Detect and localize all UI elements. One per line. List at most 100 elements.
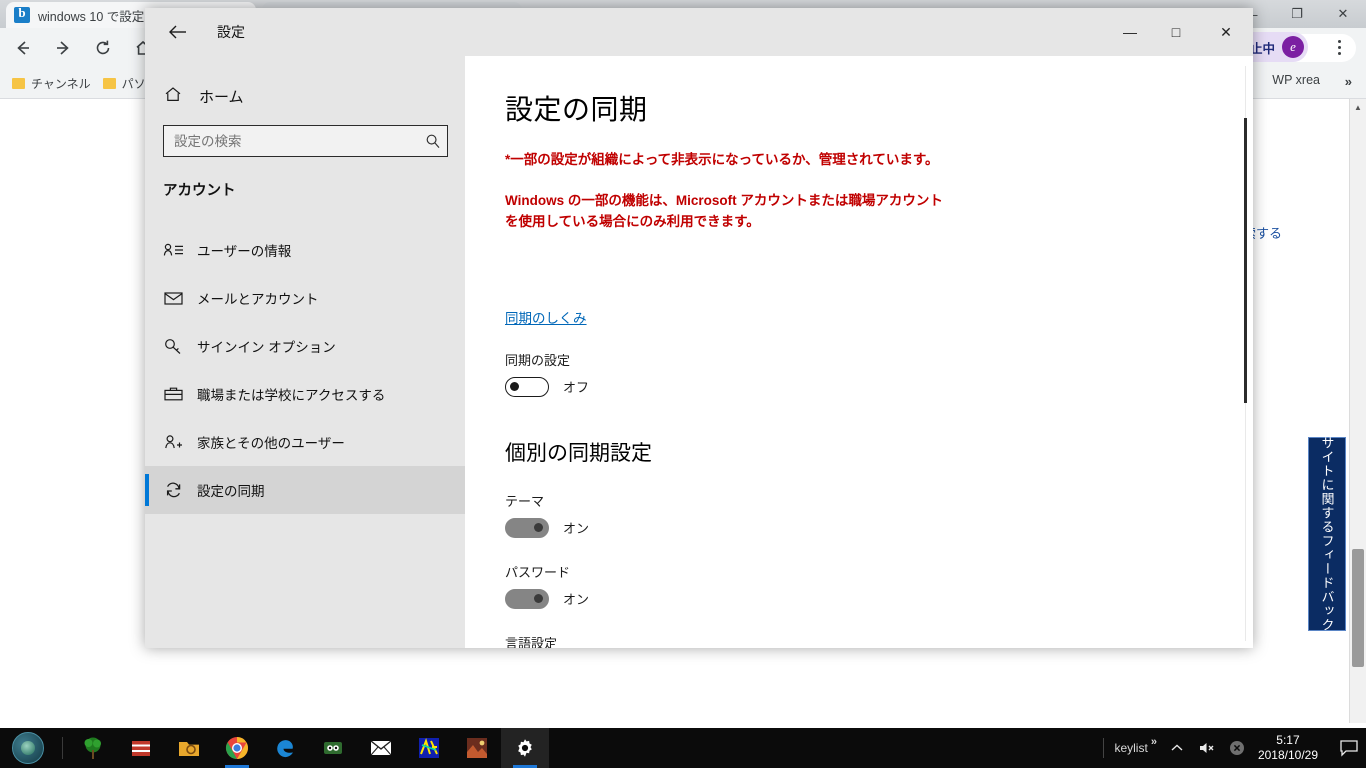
sync-setting-label: 同期の設定: [505, 352, 571, 368]
taskbar-item-chrome[interactable]: [213, 728, 261, 768]
start-button[interactable]: [0, 728, 56, 768]
taskbar-item-folder-app[interactable]: [165, 728, 213, 768]
search-input[interactable]: [164, 132, 419, 150]
tray-divider: [1103, 738, 1105, 758]
settings-main-pane: 設定の同期 *一部の設定が組織によって非表示になっているか、管理されています。 …: [465, 56, 1253, 648]
mailbox-app-icon: [128, 735, 154, 761]
taskbar-item-tree-app[interactable]: [69, 728, 117, 768]
taskbar-item-edge[interactable]: [261, 728, 309, 768]
password-label: パスワード: [505, 564, 571, 580]
show-hidden-icons[interactable]: [1169, 741, 1185, 755]
settings-maximize-button[interactable]: □: [1153, 8, 1199, 56]
settings-sidebar: ホーム アカウント ユーザーの情報: [145, 56, 465, 648]
bookmark-item[interactable]: チャンネル: [12, 75, 91, 92]
settings-body: ホーム アカウント ユーザーの情報: [145, 56, 1253, 648]
add-user-icon: [163, 430, 189, 454]
action-center-icon[interactable]: [1332, 728, 1366, 768]
sidebar-item-label: ユーザーの情報: [197, 244, 292, 259]
error-icon[interactable]: [1229, 740, 1245, 756]
password-toggle-row: オン: [505, 588, 1253, 609]
settings-close-button[interactable]: ✕: [1199, 8, 1253, 56]
password-toggle[interactable]: [505, 588, 549, 609]
toggle-knob: [534, 522, 543, 532]
settings-search-box[interactable]: [163, 125, 448, 157]
key-icon: [163, 334, 189, 358]
back-arrow-icon[interactable]: [6, 31, 40, 65]
account-requirement-warning: Windows の一部の機能は、Microsoft アカウントまたは職場アカウン…: [505, 192, 943, 229]
settings-window-controls: — □ ✕: [1107, 8, 1253, 56]
sync-setting-state: オフ: [563, 380, 590, 396]
settings-scrollbar-thumb[interactable]: [1244, 118, 1247, 403]
folder-icon: [12, 77, 25, 89]
sidebar-item-sync-settings[interactable]: 設定の同期: [145, 466, 465, 514]
settings-window: 設定 — □ ✕ ホーム 設定の検索 アカウント ユーザーの情報 メールとアカウ…: [145, 8, 1253, 648]
volume-muted-icon[interactable]: [1198, 741, 1216, 755]
site-feedback-banner[interactable]: サイトに関するフィードバック: [1308, 436, 1346, 632]
sidebar-item-family-other-users[interactable]: 家族とその他のユーザー: [145, 418, 465, 466]
sync-setting-toggle[interactable]: [505, 376, 549, 397]
page-title: 設定の同期: [505, 94, 648, 125]
bookmark-label: パソ: [121, 76, 146, 91]
robot-app-icon: [320, 735, 346, 761]
sidebar-item-user-info[interactable]: ユーザーの情報: [145, 226, 465, 274]
taskbar-item-robot-app[interactable]: [309, 728, 357, 768]
start-icon: [12, 732, 44, 764]
settings-gear-icon: [512, 735, 538, 761]
reload-icon[interactable]: [86, 31, 120, 65]
bookmark-item[interactable]: パソ: [102, 75, 146, 92]
page-scrollbar-thumb[interactable]: [1352, 549, 1364, 667]
settings-back-button[interactable]: [155, 17, 201, 47]
clock[interactable]: 5:17 2018/10/29: [1258, 733, 1318, 763]
avatar[interactable]: e: [1282, 36, 1304, 58]
sidebar-item-email-accounts[interactable]: メールとアカウント: [145, 274, 465, 322]
maximize-button[interactable]: ❐: [1274, 0, 1320, 28]
site-feedback-label: サイトに関するフィードバック: [1319, 436, 1335, 632]
taskbar-item-mailbox-app[interactable]: [117, 728, 165, 768]
bookmarks-overflow-icon[interactable]: »: [1345, 74, 1352, 89]
how-sync-works-link[interactable]: 同期のしくみ: [505, 307, 587, 327]
sidebar-item-access-work-school[interactable]: 職場または学校にアクセスする: [145, 370, 465, 418]
sidebar-section-title: アカウント: [163, 183, 236, 199]
sidebar-item-home[interactable]: ホーム: [163, 79, 465, 113]
home-icon: [163, 85, 183, 108]
mail-icon: [368, 735, 394, 761]
taskbar-item-settings[interactable]: [501, 728, 549, 768]
page-scrollbar[interactable]: ▲: [1349, 99, 1366, 723]
sidebar-item-label: 家族とその他のユーザー: [197, 436, 345, 451]
theme-toggle[interactable]: [505, 517, 549, 538]
bookmark-label: チャンネル: [31, 76, 91, 91]
forward-arrow-icon[interactable]: [46, 31, 80, 65]
taskbar-item-mail[interactable]: [357, 728, 405, 768]
taskbar-item-photo-app[interactable]: [453, 728, 501, 768]
sidebar-item-signin-options[interactable]: サインイン オプション: [145, 322, 465, 370]
section-heading-individual-sync: 個別の同期設定: [505, 441, 652, 465]
toggle-knob: [510, 381, 519, 391]
settings-minimize-button[interactable]: —: [1107, 8, 1153, 56]
tray-overflow-icon[interactable]: »: [1151, 736, 1157, 748]
sidebar-item-label: メールとアカウント: [197, 292, 319, 307]
clock-time: 5:17: [1276, 733, 1300, 747]
sidebar-item-label: 設定の同期: [197, 484, 265, 499]
taskbar-item-colorful-app[interactable]: [405, 728, 453, 768]
theme-state: オン: [563, 521, 590, 537]
password-state: オン: [563, 592, 590, 608]
photo-app-icon: [464, 735, 490, 761]
bing-icon: [14, 5, 30, 23]
kebab-menu-icon[interactable]: [1326, 34, 1352, 60]
language-label: 言語設定: [505, 635, 558, 648]
chrome-icon: [224, 735, 250, 761]
sidebar-home-label: ホーム: [199, 88, 244, 106]
sidebar-item-label: 職場または学校にアクセスする: [197, 388, 386, 403]
tray-keylist-label[interactable]: keylist: [1114, 741, 1147, 755]
theme-toggle-row: オン: [505, 517, 1253, 538]
sidebar-item-label: サインイン オプション: [197, 340, 336, 355]
bookmark-item-wp[interactable]: WP xrea: [1272, 73, 1320, 87]
colorful-app-icon: [416, 735, 442, 761]
clock-date: 2018/10/29: [1257, 748, 1318, 762]
folder-icon: [102, 77, 116, 89]
close-button[interactable]: ✕: [1320, 0, 1366, 28]
search-icon[interactable]: [419, 133, 447, 149]
settings-nav-list: ユーザーの情報 メールとアカウント サインイン オプション 職場または学校にアク…: [145, 226, 465, 514]
scroll-up-arrow-icon[interactable]: ▲: [1350, 99, 1366, 115]
sync-icon: [163, 478, 189, 502]
